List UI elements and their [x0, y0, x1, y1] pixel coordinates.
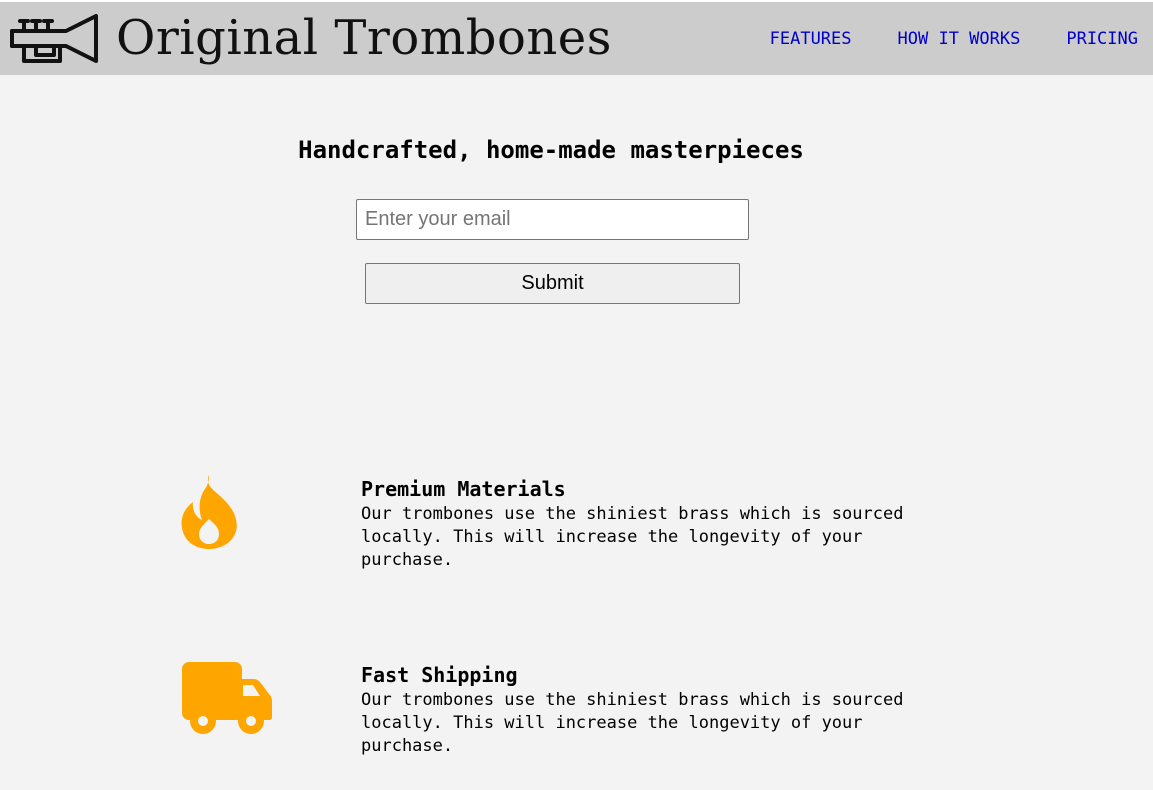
feature-title-fast-shipping: Fast Shipping	[361, 663, 518, 687]
trumpet-icon	[10, 13, 98, 65]
nav-link-features[interactable]: FEATURES	[770, 29, 852, 49]
submit-button[interactable]: Submit	[365, 263, 740, 304]
feature-description-premium-materials: Our trombones use the shiniest brass whi…	[361, 504, 904, 570]
fire-icon	[181, 475, 238, 553]
nav-link-pricing[interactable]: PRICING	[1066, 29, 1138, 49]
brand-name: Original Trombones	[116, 10, 612, 66]
truck-icon	[181, 661, 274, 739]
logo[interactable]: Original Trombones	[10, 2, 612, 75]
feature-description-fast-shipping: Our trombones use the shiniest brass whi…	[361, 690, 904, 756]
site-header: Original Trombones FEATURES HOW IT WORKS…	[0, 0, 1153, 75]
nav-link-how-it-works[interactable]: HOW IT WORKS	[898, 29, 1021, 49]
feature-title-premium-materials: Premium Materials	[361, 477, 566, 501]
hero-title: Handcrafted, home-made masterpieces	[298, 136, 804, 164]
main-nav: FEATURES HOW IT WORKS PRICING	[724, 2, 1138, 75]
email-input[interactable]	[356, 199, 749, 240]
